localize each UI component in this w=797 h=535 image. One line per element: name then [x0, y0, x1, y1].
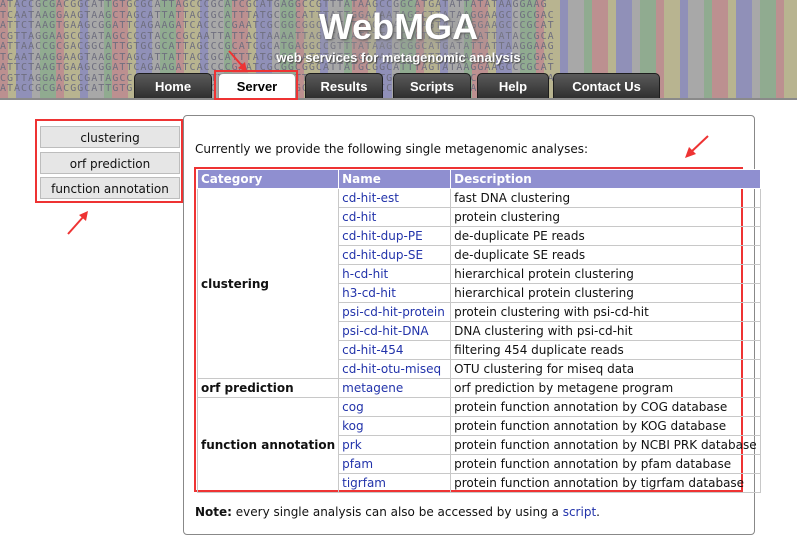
analysis-description: hierarchical protein clustering: [450, 264, 761, 284]
annotation-arrow-server-icon: [228, 50, 247, 72]
analysis-link[interactable]: psi-cd-hit-protein: [338, 302, 452, 322]
analysis-description: protein clustering with psi-cd-hit: [450, 302, 761, 322]
analysis-description: protein function annotation by NCBI PRK …: [450, 435, 761, 455]
annotation-box-server-tab: [214, 70, 298, 100]
annotation-arrow-sidebar-icon: [67, 211, 88, 235]
analysis-description: protein function annotation by pfam data…: [450, 454, 761, 474]
analysis-description: protein clustering: [450, 207, 761, 227]
analysis-link[interactable]: tigrfam: [338, 473, 452, 493]
analysis-description: filtering 454 duplicate reads: [450, 340, 761, 360]
tab-scripts[interactable]: Scripts: [393, 73, 471, 99]
analysis-description: protein function annotation by tigrfam d…: [450, 473, 761, 493]
category-clustering: clustering: [196, 188, 340, 379]
tab-home[interactable]: Home: [134, 73, 212, 99]
header-name: Name: [338, 169, 452, 189]
analysis-description: fast DNA clustering: [450, 188, 761, 208]
analysis-link[interactable]: prk: [338, 435, 452, 455]
note-text: every single analysis can also be access…: [231, 505, 563, 519]
nav-underline: [0, 98, 797, 100]
analysis-description: OTU clustering for miseq data: [450, 359, 761, 379]
analysis-link[interactable]: psi-cd-hit-DNA: [338, 321, 452, 341]
analysis-description: de-duplicate SE reads: [450, 245, 761, 265]
category-orf-prediction: orf prediction: [196, 378, 340, 398]
analysis-link[interactable]: metagene: [338, 378, 452, 398]
category-function-annotation: function annotation: [196, 397, 340, 493]
analysis-description: orf prediction by metagene program: [450, 378, 761, 398]
analysis-link[interactable]: cd-hit-454: [338, 340, 452, 360]
script-link[interactable]: script: [563, 505, 596, 519]
analysis-link[interactable]: cd-hit-otu-miseq: [338, 359, 452, 379]
analysis-link[interactable]: cog: [338, 397, 452, 417]
sidebar-menu: clustering orf prediction function annot…: [35, 119, 183, 203]
site-subtitle: web services for metagenomic analysis: [276, 50, 521, 65]
tab-results[interactable]: Results: [305, 73, 383, 99]
analysis-link[interactable]: cd-hit: [338, 207, 452, 227]
main-nav: Home Server Results Scripts Help Contact…: [0, 73, 797, 100]
analysis-link[interactable]: pfam: [338, 454, 452, 474]
tab-contact-us[interactable]: Contact Us: [553, 73, 660, 99]
analysis-link[interactable]: cd-hit-dup-SE: [338, 245, 452, 265]
table-row: function annotation cog protein function…: [196, 397, 761, 493]
analysis-description: protein function annotation by COG datab…: [450, 397, 761, 417]
analysis-description: de-duplicate PE reads: [450, 226, 761, 246]
tab-help[interactable]: Help: [477, 73, 549, 99]
analysis-link[interactable]: h3-cd-hit: [338, 283, 452, 303]
analysis-description: DNA clustering with psi-cd-hit: [450, 321, 761, 341]
header-description: Description: [450, 169, 761, 189]
annotation-arrow-table-icon: [685, 135, 709, 158]
sidebar-item-function-annotation[interactable]: function annotation: [40, 177, 180, 199]
intro-text: Currently we provide the following singl…: [195, 142, 589, 156]
footer-note: Note: every single analysis can also be …: [195, 505, 600, 519]
analysis-description: hierarchical protein clustering: [450, 283, 761, 303]
sidebar-item-orf-prediction[interactable]: orf prediction: [40, 152, 180, 174]
note-label: Note:: [195, 505, 232, 519]
analysis-description: protein function annotation by KOG datab…: [450, 416, 761, 436]
analysis-link[interactable]: h-cd-hit: [338, 264, 452, 284]
analyses-table: Category Name Description clustering cd-…: [196, 169, 761, 493]
table-header-row: Category Name Description: [196, 169, 761, 189]
analysis-link[interactable]: cd-hit-dup-PE: [338, 226, 452, 246]
analysis-link[interactable]: kog: [338, 416, 452, 436]
header-category: Category: [196, 169, 340, 189]
sidebar-item-clustering[interactable]: clustering: [40, 126, 180, 148]
analysis-link[interactable]: cd-hit-est: [338, 188, 452, 208]
site-title: WebMGA: [318, 6, 479, 47]
note-end: .: [596, 505, 600, 519]
table-row: clustering cd-hit-est fast DNA clusterin…: [196, 188, 761, 379]
site-banner: ATACCGCGACGGCATTGTGCGCATTAGCCCGCATCGCATG…: [0, 0, 797, 100]
table-row: orf prediction metagene orf prediction b…: [196, 378, 761, 398]
